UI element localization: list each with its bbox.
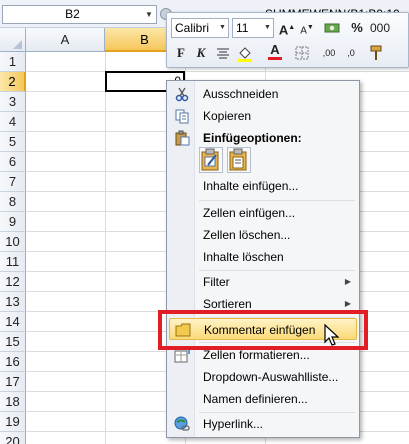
menu-item-zellen-einfuegen[interactable]: Zellen einfügen... xyxy=(169,202,357,224)
row-header-8[interactable]: 8 xyxy=(0,192,26,212)
row-header-11[interactable]: 11 xyxy=(0,252,26,272)
row-header-6[interactable]: 6 xyxy=(0,152,26,172)
menu-item-label: Inhalte löschen xyxy=(203,250,284,264)
menu-item-label: Zellen löschen... xyxy=(203,228,291,242)
paste-icon xyxy=(174,130,190,146)
row-header-16[interactable]: 16 xyxy=(0,352,26,372)
row-header-4[interactable]: 4 xyxy=(0,112,26,132)
row-header-17[interactable]: 17 xyxy=(0,372,26,392)
chevron-down-icon[interactable]: ▼ xyxy=(144,8,154,21)
font-size-value: 11 xyxy=(236,21,249,35)
name-box[interactable]: B2 ▼ xyxy=(2,5,157,24)
select-all-button[interactable] xyxy=(0,28,26,52)
row-header-7[interactable]: 7 xyxy=(0,172,26,192)
submenu-arrow-icon: ▶ xyxy=(344,277,351,286)
menu-header-einfuegeoptionen: Einfügeoptionen: xyxy=(169,127,357,149)
increase-decimal-icon[interactable]: ,00 xyxy=(319,43,339,63)
menu-item-label: Ausschneiden xyxy=(203,87,279,101)
paste-option-values-icon[interactable] xyxy=(227,147,251,173)
menu-item-filter[interactable]: Filter ▶ xyxy=(169,271,357,293)
menu-item-label: Einfügeoptionen: xyxy=(203,131,302,145)
grow-font-icon[interactable]: A▲ xyxy=(277,18,297,38)
row-header-1[interactable]: 1 xyxy=(0,52,26,72)
row-header-19[interactable]: 19 xyxy=(0,412,26,432)
menu-item-label: Zellen einfügen... xyxy=(203,206,296,220)
row-header-13[interactable]: 13 xyxy=(0,292,26,312)
row-header-5[interactable]: 5 xyxy=(0,132,26,152)
menu-item-label: Namen definieren... xyxy=(203,392,308,406)
row-header-18[interactable]: 18 xyxy=(0,392,26,412)
row-header-10[interactable]: 10 xyxy=(0,232,26,252)
column-header-a[interactable]: A xyxy=(26,28,105,52)
row-header-20[interactable]: 20 xyxy=(0,432,26,444)
copy-icon xyxy=(174,108,190,124)
font-name-value: Calibri xyxy=(175,21,210,35)
row-header-9[interactable]: 9 xyxy=(0,212,26,232)
currency-format-icon[interactable] xyxy=(322,18,342,38)
scissors-icon xyxy=(174,86,190,102)
align-center-icon[interactable] xyxy=(213,43,233,63)
menu-item-label: Dropdown-Auswahlliste... xyxy=(203,370,339,384)
menu-item-label: Filter xyxy=(203,275,230,289)
thousands-separator-icon[interactable]: 000 xyxy=(370,18,390,38)
row-header-14[interactable]: 14 xyxy=(0,312,26,332)
mouse-cursor-icon xyxy=(323,323,343,347)
menu-item-kopieren[interactable]: Kopieren xyxy=(169,105,357,127)
font-size-select[interactable]: 11 ▼ xyxy=(232,18,274,38)
menu-item-label: Hyperlink... xyxy=(203,417,264,431)
hyperlink-icon xyxy=(174,416,190,432)
decrease-decimal-icon[interactable]: ,0 xyxy=(341,43,361,63)
shrink-font-icon[interactable]: A▼ xyxy=(297,18,317,38)
menu-item-ausschneiden[interactable]: Ausschneiden xyxy=(169,83,357,105)
borders-icon[interactable] xyxy=(292,43,312,63)
format-painter-icon[interactable] xyxy=(367,43,387,63)
mini-toolbar: Calibri ▼ 11 ▼ A▲ A▼ % 000 F K A ,00 ,0 xyxy=(166,12,409,68)
menu-item-zellen-loeschen[interactable]: Zellen löschen... xyxy=(169,224,357,246)
bold-button[interactable]: F xyxy=(171,43,191,63)
font-color-icon[interactable]: A xyxy=(265,43,285,63)
grid-line xyxy=(26,71,409,72)
row-header-15[interactable]: 15 xyxy=(0,332,26,352)
fill-color-icon[interactable] xyxy=(235,43,255,63)
menu-item-hyperlink[interactable]: Hyperlink... xyxy=(169,413,357,435)
excel-window: B2 ▼ =SUMMEWENN(B1:B9;10... A B C 123456… xyxy=(0,0,409,444)
paste-option-formulas-icon[interactable] xyxy=(199,147,223,173)
percent-format-icon[interactable]: % xyxy=(347,18,367,38)
row-header-2[interactable]: 2 xyxy=(0,72,26,92)
menu-item-label: Kopieren xyxy=(203,109,252,123)
italic-button[interactable]: K xyxy=(191,43,211,63)
menu-item-inhalte-einfuegen[interactable]: Inhalte einfügen... xyxy=(169,175,357,197)
row-header-12[interactable]: 12 xyxy=(0,272,26,292)
menu-item-inhalte-loeschen[interactable]: Inhalte löschen xyxy=(169,246,357,268)
chevron-down-icon: ▼ xyxy=(264,24,271,31)
row-header-3[interactable]: 3 xyxy=(0,92,26,112)
context-menu: Ausschneiden Kopieren Einfügeoptionen: I… xyxy=(166,80,360,438)
menu-item-label: Inhalte einfügen... xyxy=(203,179,299,193)
chevron-down-icon: ▼ xyxy=(219,24,226,31)
menu-item-dropdown-auswahlliste[interactable]: Dropdown-Auswahlliste... xyxy=(169,366,357,388)
menu-separator xyxy=(199,200,355,201)
menu-item-namen-definieren[interactable]: Namen definieren... xyxy=(169,388,357,410)
font-name-select[interactable]: Calibri ▼ xyxy=(171,18,229,38)
name-box-value: B2 xyxy=(65,7,80,21)
